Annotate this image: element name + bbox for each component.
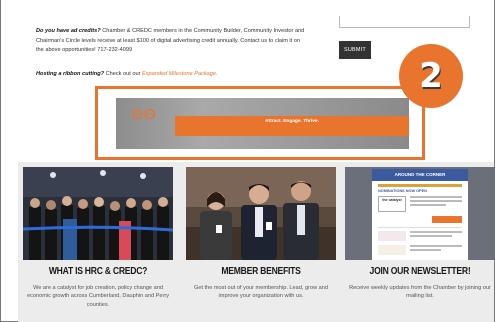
submit-button[interactable]: SUBMIT [339,41,371,59]
message-textarea[interactable] [339,16,470,28]
members-image [186,167,336,260]
leadership-banner[interactable]: Attract. Engage. Thrive. [116,98,409,149]
newsletter-preview[interactable]: AROUND THE CORNER NOMINATIONS NOW OPEN t… [345,167,495,260]
card-about[interactable]: WHAT IS HRC & CREDC? We are a catalyst f… [23,167,173,322]
card-benefits[interactable]: MEMBER BENEFITS Get the most out of your… [186,167,336,322]
card-benefits-title[interactable]: MEMBER BENEFITS [197,266,326,277]
newsletter-divider [378,184,462,187]
banner-strip: Attract. Engage. Thrive. [175,116,409,136]
expanded-milestone-link[interactable]: Expanded Milestone Package. [142,71,218,77]
newsletter-event-row-2 [378,245,462,255]
ribbon-cutting-photo[interactable] [23,167,173,260]
card-about-title[interactable]: WHAT IS HRC & CREDC? [34,266,163,277]
highlight-annotation-box: Attract. Engage. Thrive. [95,86,425,160]
newsletter-subhead: NOMINATIONS NOW OPEN [378,189,427,193]
ribbon-cutting-text: Hosting a ribbon cutting? Check out our … [36,70,326,79]
ribbon-lead: Hosting a ribbon cutting? [36,71,105,77]
card-benefits-desc: Get the most out of your membership. Lea… [193,285,328,300]
step-number: 2 [419,56,443,96]
ribbon-body: Check out our [104,71,142,77]
card-about-desc: We are a catalyst for job creation, poli… [26,285,170,308]
ad-credits-text: Do you have ad credits? Chamber & CREDC … [36,27,306,56]
newsletter-separator [378,227,462,228]
card-newsletter-title[interactable]: JOIN OUR NEWSLETTER! [356,266,485,277]
newsletter-text-block [410,196,462,212]
newsletter-event-row [378,231,462,241]
logo-icon [131,108,156,120]
ad-credits-lead: Do you have ad credits? [36,28,101,34]
banner-title: Attract. Engage. Thrive. [265,119,319,124]
members-photo[interactable] [186,167,336,260]
ribbon-cutting-image [23,167,173,260]
newsletter-button [432,216,462,223]
card-newsletter[interactable]: AROUND THE CORNER NOMINATIONS NOW OPEN t… [345,167,495,322]
catalyst-award-logo: the catalyst [378,196,406,212]
step-number-badge: 2 [399,44,463,108]
newsletter-page: AROUND THE CORNER NOMINATIONS NOW OPEN t… [372,169,468,260]
newsletter-block: the catalyst [378,196,462,212]
event-logo-2 [378,245,406,255]
card-newsletter-desc: Receive weekly updates from the Chamber … [349,285,491,300]
newsletter-header: AROUND THE CORNER [372,169,468,181]
event-logo [378,231,406,241]
